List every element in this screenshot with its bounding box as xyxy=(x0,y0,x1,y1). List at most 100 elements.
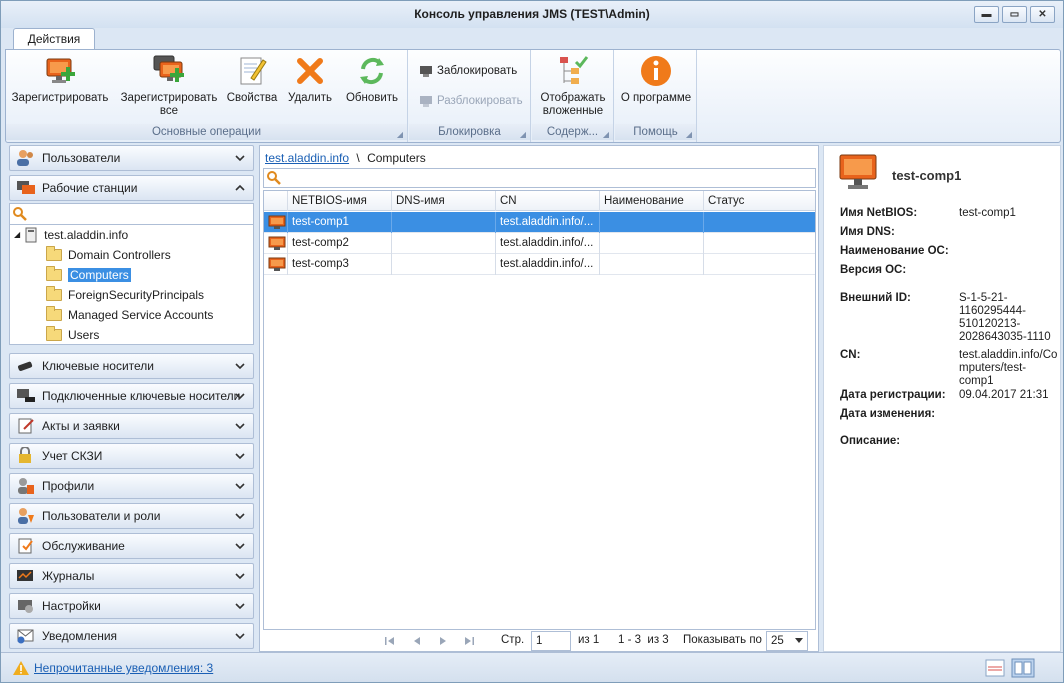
status-bar: Непрочитанные уведомления: 3 xyxy=(1,652,1063,682)
cell-netbios: test-comp1 xyxy=(288,212,392,233)
external-id-line: 1160295444- xyxy=(959,305,1026,317)
chevron-down-icon xyxy=(235,573,245,580)
chevron-down-icon xyxy=(235,363,245,370)
users-icon xyxy=(17,150,33,166)
nav-notifications[interactable]: Уведомления xyxy=(9,623,254,649)
nav-workstations[interactable]: Рабочие станции xyxy=(9,175,254,201)
page-number-input[interactable]: 1 xyxy=(531,631,571,651)
delete-label: Удалить xyxy=(288,92,332,104)
register-button[interactable]: Зарегистрировать xyxy=(10,54,110,105)
table-row[interactable]: test-comp1 test.aladdin.info/... xyxy=(264,212,815,233)
layout-horizontal-icon[interactable] xyxy=(985,659,1005,677)
register-computer-icon xyxy=(46,58,75,83)
external-id-line: 510120213- xyxy=(959,318,1021,330)
col-netbios[interactable]: NETBIOS-имя xyxy=(288,191,392,211)
breadcrumb-link-domain[interactable]: test.aladdin.info xyxy=(265,151,349,165)
nav-connected-key-media[interactable]: Подключенные ключевые носители xyxy=(9,383,254,409)
tree-view: ◢ test.aladdin.info Domain Controllers C… xyxy=(9,225,254,345)
usb-key-icon xyxy=(18,361,33,371)
cn-label: CN: xyxy=(840,349,861,361)
nav-acts[interactable]: Акты и заявки xyxy=(9,413,254,439)
tree-root[interactable]: ◢ test.aladdin.info xyxy=(14,225,128,244)
nav-settings-label: Настройки xyxy=(42,599,101,613)
last-page-icon[interactable] xyxy=(464,636,474,646)
cell-os-name xyxy=(600,254,704,275)
table-row[interactable]: test-comp2 test.aladdin.info/... xyxy=(264,233,815,254)
col-status[interactable]: Статус xyxy=(704,191,815,211)
tree-item-users[interactable]: Users xyxy=(46,325,99,344)
chevron-down-icon xyxy=(235,603,245,610)
breadcrumb: test.aladdin.info \ Computers xyxy=(265,151,426,165)
close-button[interactable]: ✕ xyxy=(1030,6,1055,23)
refresh-button[interactable]: Обновить xyxy=(340,54,404,105)
cell-netbios: test-comp2 xyxy=(288,233,392,254)
group-caption-help: Помощь ◢ xyxy=(615,124,696,140)
nav-settings[interactable]: Настройки xyxy=(9,593,254,619)
nav-users-roles[interactable]: Пользователи и роли xyxy=(9,503,254,529)
nav-notifications-label: Уведомления xyxy=(42,629,118,643)
grid-search-input[interactable] xyxy=(263,168,816,188)
tree-item-managed-service-accounts[interactable]: Managed Service Accounts xyxy=(46,305,213,324)
tree-item-label: Computers xyxy=(68,267,131,282)
register-all-button[interactable]: Зарегистрировать все xyxy=(116,54,222,118)
col-dns[interactable]: DNS-имя xyxy=(392,191,496,211)
layout-vertical-icon[interactable] xyxy=(1011,658,1035,678)
tree-expand-icon[interactable]: ◢ xyxy=(14,230,20,239)
page-size-select[interactable]: 25 xyxy=(766,631,808,651)
nav-profiles[interactable]: Профили xyxy=(9,473,254,499)
unblock-button[interactable]: Разблокировать xyxy=(419,94,523,108)
next-page-icon[interactable] xyxy=(438,636,448,646)
connected-usb-icon xyxy=(17,389,35,402)
nav-workstations-label: Рабочие станции xyxy=(42,181,138,195)
tree-item-computers[interactable]: Computers xyxy=(46,265,131,284)
pager: Стр. 1 из 1 1 - 3 из 3 Показывать по 25 xyxy=(260,630,818,652)
table-row[interactable]: test-comp3 test.aladdin.info/... xyxy=(264,254,815,275)
tree-item-domain-controllers[interactable]: Domain Controllers xyxy=(46,245,171,264)
grid-header-icon-col xyxy=(264,191,288,211)
dialog-launcher-icon[interactable]: ◢ xyxy=(603,127,609,143)
description-label: Описание: xyxy=(840,435,901,447)
delete-button[interactable]: Удалить xyxy=(282,54,338,105)
show-nested-label-2: вложенные xyxy=(542,105,604,117)
col-os-name[interactable]: Наименование ОС xyxy=(600,191,704,227)
tree-search-input[interactable] xyxy=(9,203,254,225)
nav-key-media[interactable]: Ключевые носители xyxy=(9,353,254,379)
dialog-launcher-icon[interactable]: ◢ xyxy=(686,127,692,143)
row-icon-cell xyxy=(264,233,288,254)
prev-page-icon[interactable] xyxy=(412,636,422,646)
folder-icon xyxy=(46,265,62,281)
chevron-down-icon xyxy=(235,483,245,490)
maximize-button[interactable]: ▭ xyxy=(1002,6,1027,23)
show-nested-button[interactable]: Отображать вложенные xyxy=(536,54,610,118)
col-cn[interactable]: CN xyxy=(496,191,600,211)
nav-logs[interactable]: Журналы xyxy=(9,563,254,589)
folder-icon xyxy=(46,285,62,301)
nav-users[interactable]: Пользователи xyxy=(9,145,254,171)
group-caption-blocking: Блокировка ◢ xyxy=(409,124,530,140)
skzi-icon xyxy=(19,447,31,463)
chevron-down-icon xyxy=(235,543,245,550)
nav-maintenance[interactable]: Обслуживание xyxy=(9,533,254,559)
nav-users-roles-label: Пользователи и роли xyxy=(42,509,161,523)
register-all-label-1: Зарегистрировать xyxy=(120,92,218,104)
nav-skzi[interactable]: Учет СКЗИ xyxy=(9,443,254,469)
tree-item-foreign-security-principals[interactable]: ForeignSecurityPrincipals xyxy=(46,285,204,304)
unread-notifications-link[interactable]: Непрочитанные уведомления: 3 xyxy=(34,661,213,675)
chevron-down-icon xyxy=(235,423,245,430)
chevron-up-icon xyxy=(235,184,245,191)
dialog-launcher-icon[interactable]: ◢ xyxy=(520,127,526,143)
computer-large-icon xyxy=(839,154,877,189)
page-count: из 1 xyxy=(578,634,600,646)
first-page-icon[interactable] xyxy=(385,636,395,646)
chevron-down-icon xyxy=(235,513,245,520)
properties-button[interactable]: Свойства xyxy=(224,54,280,105)
ribbon: Зарегистрировать Зарегистрировать все Св… xyxy=(5,49,1061,143)
group-help: О программе Помощь ◢ xyxy=(615,50,697,142)
block-label: Заблокировать xyxy=(437,65,518,77)
dialog-launcher-icon[interactable]: ◢ xyxy=(397,127,403,143)
tab-actions[interactable]: Действия xyxy=(13,28,95,50)
minimize-button[interactable]: ▬ xyxy=(974,6,999,23)
external-id-label: Внешний ID: xyxy=(840,292,911,304)
block-button[interactable]: Заблокировать xyxy=(419,64,517,78)
about-button[interactable]: О программе xyxy=(619,54,693,105)
